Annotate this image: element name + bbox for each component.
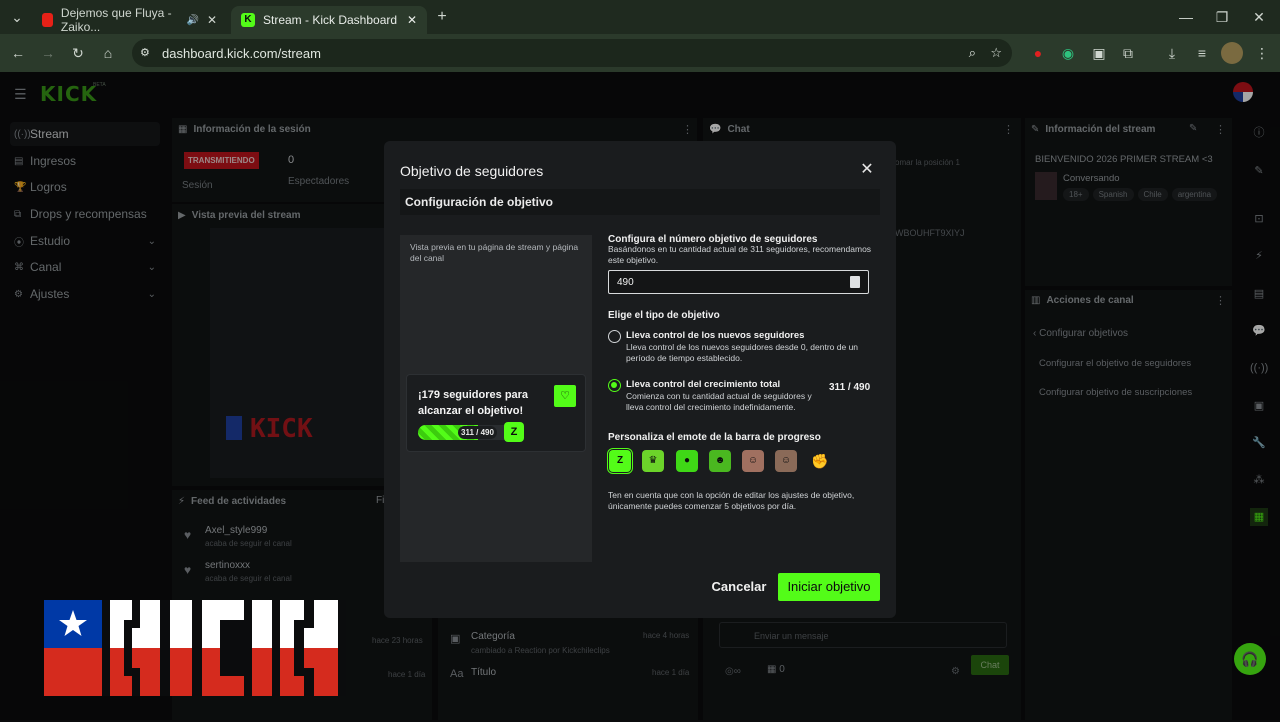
close-icon[interactable]: ✕ xyxy=(407,13,417,27)
browser-tabstrip: ⌄ Dejemos que Fluya - Zaiko... 🔊 ✕ K Str… xyxy=(0,0,1280,34)
start-goal-button[interactable]: Iniciar objetivo xyxy=(778,573,880,601)
tab-title: Dejemos que Fluya - Zaiko... xyxy=(60,6,172,34)
tab-search-icon[interactable]: ⌄ xyxy=(6,6,28,28)
goal-card-title: ¡179 seguidores para alcanzar el objetiv… xyxy=(418,389,529,417)
cancel-button[interactable]: Cancelar xyxy=(706,573,772,601)
menu-icon[interactable]: ⋮ xyxy=(1251,42,1273,64)
follower-goal-modal: Objetivo de seguidores ✕ Configuración d… xyxy=(384,141,896,618)
minimize-icon[interactable]: — xyxy=(1175,6,1197,28)
emote-label: Personaliza el emote de la barra de prog… xyxy=(608,432,821,443)
bookmark-star-icon[interactable]: ☆ xyxy=(990,45,1002,61)
modal-title: Objetivo de seguidores xyxy=(400,163,544,179)
extensions-icon[interactable]: ⧉ xyxy=(1117,42,1139,64)
emote-frog-icon[interactable]: ☻ xyxy=(709,450,731,472)
goal-preview-card: ¡179 seguidores para alcanzar el objetiv… xyxy=(406,374,586,452)
goal-progress-label: 311 / 490 xyxy=(458,426,497,439)
text-cursor-icon xyxy=(850,276,860,288)
goal-limit-note: Ten en cuenta que con la opción de edita… xyxy=(608,490,855,511)
goal-preview: Vista previa en tu página de stream y pá… xyxy=(400,235,592,562)
radio-new-followers[interactable] xyxy=(608,330,621,343)
record-extension-icon[interactable]: ● xyxy=(1027,42,1049,64)
kick-icon: K xyxy=(241,13,255,27)
emote-kick-z-icon[interactable]: Z xyxy=(607,448,633,474)
goal-type-label: Elige el tipo de objetivo xyxy=(608,310,720,321)
close-icon[interactable]: ✕ xyxy=(858,161,876,179)
option-total-growth-desc: Comienza con tu cantidad actual de segui… xyxy=(626,391,812,412)
tab-kick[interactable]: K Stream - Kick Dashboard ✕ xyxy=(231,6,427,34)
browser-toolbar: ← → ↻ ⌂ ⚙ dashboard.kick.com/stream ⌕ ☆ … xyxy=(0,34,1280,72)
kick-chile-watermark xyxy=(44,600,346,696)
radio-total-growth[interactable] xyxy=(608,379,621,392)
grammarly-icon[interactable]: ◉ xyxy=(1057,42,1079,64)
heart-icon: ♡ xyxy=(554,385,576,407)
tab-youtube[interactable]: Dejemos que Fluya - Zaiko... 🔊 ✕ xyxy=(32,6,227,34)
close-window-icon[interactable]: ✕ xyxy=(1248,6,1270,28)
target-description: Basándonos en tu cantidad actual de 311 … xyxy=(608,244,872,265)
option-new-followers-desc: Lleva control de los nuevos seguidores d… xyxy=(626,342,859,363)
preview-description: Vista previa en tu página de stream y pá… xyxy=(410,242,579,263)
goal-target-input[interactable]: 490 xyxy=(608,270,869,294)
option-total-growth-title[interactable]: Lleva control del crecimiento total xyxy=(626,379,780,390)
new-tab-icon[interactable]: + xyxy=(431,6,453,28)
kick-emote-icon: Z xyxy=(504,422,524,442)
profile-avatar[interactable] xyxy=(1221,42,1243,64)
translate-extension-icon[interactable]: ▣ xyxy=(1088,42,1110,64)
kick-chile-logo xyxy=(44,600,346,696)
config-section-header: Configuración de objetivo xyxy=(400,189,880,215)
media-control-icon[interactable]: ≡ xyxy=(1191,42,1213,64)
zoom-icon[interactable]: ⌕ xyxy=(969,45,976,61)
option-total-growth-count: 311 / 490 xyxy=(829,382,871,393)
emote-thumb-icon[interactable]: ✊ xyxy=(809,450,831,472)
reload-icon[interactable]: ↻ xyxy=(67,42,89,64)
emote-face2-icon[interactable]: ☺ xyxy=(775,450,797,472)
youtube-icon xyxy=(42,13,53,27)
back-icon[interactable]: ← xyxy=(7,42,29,64)
option-new-followers-title[interactable]: Lleva control de los nuevos seguidores xyxy=(626,330,804,341)
emote-face-icon[interactable]: ☺ xyxy=(742,450,764,472)
forward-icon[interactable]: → xyxy=(37,42,59,64)
home-icon[interactable]: ⌂ xyxy=(97,42,119,64)
download-icon[interactable]: ⤓ xyxy=(1161,42,1183,64)
goal-progress-bar: 311 / 490 xyxy=(418,425,513,440)
url-text: dashboard.kick.com/stream xyxy=(162,45,321,61)
address-bar[interactable]: ⚙ dashboard.kick.com/stream ⌕ ☆ xyxy=(132,39,1012,67)
maximize-icon[interactable]: ❐ xyxy=(1211,6,1233,28)
emote-crown-icon[interactable]: ♛ xyxy=(642,450,664,472)
emote-blob-icon[interactable]: ● xyxy=(676,450,698,472)
close-icon[interactable]: ✕ xyxy=(207,13,217,27)
audio-icon[interactable]: 🔊 xyxy=(186,15,198,26)
tab-title: Stream - Kick Dashboard xyxy=(263,13,398,27)
site-info-icon[interactable]: ⚙ xyxy=(140,46,150,59)
